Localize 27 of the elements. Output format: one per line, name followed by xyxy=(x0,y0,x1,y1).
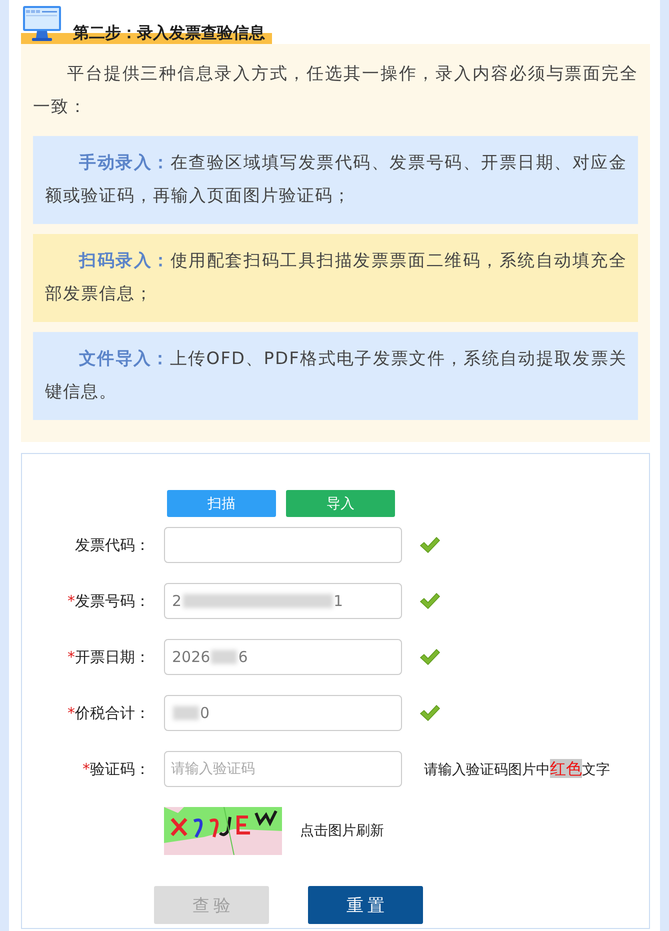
method-text: 手动录入：在查验区域填写发票代码、发票号码、开票日期、对应金额或验证码，再输入页面图片验证码； xyxy=(45,152,627,208)
field-label: 开票日期： xyxy=(75,648,150,666)
field-label: 验证码： xyxy=(90,760,150,778)
intro-text: 平台提供三种信息录入方式，任选其一操作，录入内容必须与票面完全一致： xyxy=(33,63,638,119)
input-field[interactable]: 2 1 xyxy=(164,583,402,619)
reset-button[interactable]: 重置 xyxy=(308,886,423,924)
method-text: 文件导入：上传OFD、PDF格式电子发票文件，系统自动提取发票关键信息。 xyxy=(45,348,627,404)
field-label: 发票号码： xyxy=(75,592,150,610)
required-mark: * xyxy=(68,648,75,666)
captcha-hint: 请输入验证码图片中红色文字 xyxy=(424,758,610,780)
blurred-text xyxy=(211,650,238,664)
method-text: 扫码录入：使用配套扫码工具扫描发票票面二维码，系统自动填充全部发票信息； xyxy=(45,250,627,306)
required-mark: * xyxy=(68,704,75,722)
required-mark: * xyxy=(68,592,75,610)
required-mark: * xyxy=(82,760,90,778)
input-field[interactable]: 2026 6 xyxy=(164,639,402,675)
input-field[interactable]: 0 xyxy=(164,695,402,731)
input-field[interactable]: 请输入验证码 xyxy=(164,751,402,787)
scan-button[interactable]: 扫描 xyxy=(167,490,276,517)
field-label: 发票代码： xyxy=(75,536,150,554)
refresh-caption: 点击图片刷新 xyxy=(300,822,384,840)
monitor-icon xyxy=(22,5,62,42)
captcha-image[interactable] xyxy=(164,807,282,855)
import-button[interactable]: 导入 xyxy=(286,490,395,517)
input-field[interactable] xyxy=(164,527,402,563)
field-label: 价税合计： xyxy=(75,704,150,722)
blurred-text xyxy=(173,706,199,720)
